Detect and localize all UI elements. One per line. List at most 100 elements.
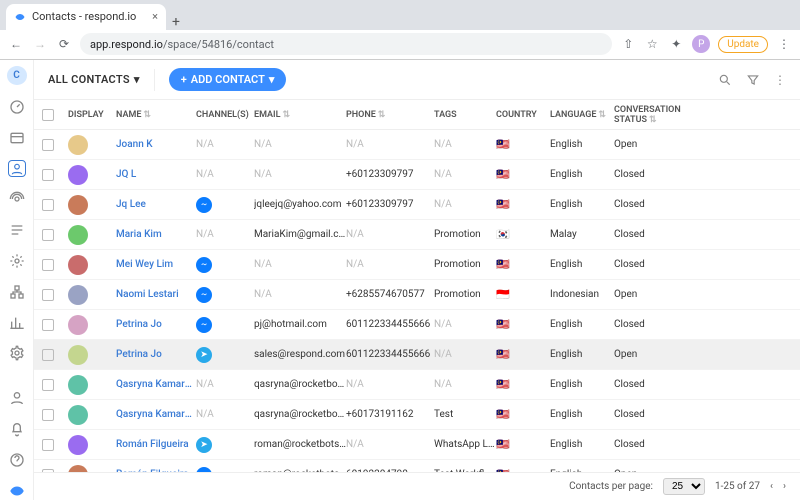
share-icon[interactable]: ⇧ [620, 37, 636, 51]
cell-country: 🇮🇩 [496, 288, 550, 301]
col-phone[interactable]: PHONE⇅ [346, 110, 434, 120]
row-checkbox[interactable] [42, 379, 54, 391]
cell-email: N/A [254, 259, 346, 270]
row-checkbox[interactable] [42, 319, 54, 331]
col-display[interactable]: DISPLAY [68, 110, 116, 120]
table-row[interactable]: Petrina Jo➤sales@respond.com601122334455… [34, 340, 800, 370]
contacts-icon[interactable] [8, 160, 26, 177]
select-all-checkbox[interactable] [42, 109, 54, 121]
extensions-icon[interactable]: ✦ [668, 37, 684, 51]
workflows-icon[interactable] [8, 222, 26, 239]
workspace-switcher[interactable]: C [7, 66, 27, 85]
contact-name-link[interactable]: Mei Wey Lim [116, 259, 196, 270]
user-icon[interactable] [8, 390, 26, 407]
broadcast-icon[interactable] [8, 191, 26, 208]
prev-page-icon[interactable]: ‹ [770, 481, 773, 492]
reports-icon[interactable] [8, 314, 26, 331]
row-checkbox[interactable] [42, 349, 54, 361]
row-checkbox[interactable] [42, 139, 54, 151]
contact-name-link[interactable]: Jq Lee [116, 199, 196, 210]
messenger-icon: ~ [196, 257, 212, 273]
cell-country: 🇲🇾 [496, 438, 550, 451]
table-row[interactable]: Qasryna KamarudinN/Aqasryna@rocketbots.i… [34, 400, 800, 430]
contact-name-link[interactable]: Petrina Jo [116, 319, 196, 330]
contact-name-link[interactable]: Naomi Lestari [116, 289, 196, 300]
url-field[interactable]: app.respond.io/space/54816/contact [80, 33, 612, 55]
menu-icon[interactable]: ⋮ [776, 37, 792, 51]
col-status[interactable]: CONVERSATION STATUS⇅ [614, 105, 714, 125]
chevron-down-icon: ▾ [134, 73, 140, 86]
contact-name-link[interactable]: Román Filgueira [116, 439, 196, 450]
per-page-select[interactable]: 25 [663, 478, 705, 495]
search-icon[interactable] [718, 73, 732, 87]
segment-dropdown[interactable]: ALL CONTACTS ▾ [48, 73, 140, 86]
settings-icon[interactable] [8, 345, 26, 362]
cell-channel: ~ [196, 257, 254, 273]
table-row[interactable]: JQ LN/AN/A+60123309797N/A🇲🇾EnglishClosed [34, 160, 800, 190]
contact-name-link[interactable]: Petrina Jo [116, 349, 196, 360]
row-checkbox[interactable] [42, 409, 54, 421]
row-checkbox[interactable] [42, 229, 54, 241]
star-icon[interactable]: ☆ [644, 37, 660, 51]
cell-channel: ➤ [196, 437, 254, 453]
back-icon[interactable]: ← [8, 37, 24, 51]
cell-status: Closed [614, 229, 714, 240]
row-checkbox[interactable] [42, 259, 54, 271]
cell-email: qasryna@rocketbots.io [254, 379, 346, 390]
table-row[interactable]: Román Filgueira~roman@rocketbots.io60192… [34, 460, 800, 472]
col-country[interactable]: COUNTRY [496, 110, 550, 120]
new-tab-button[interactable]: + [166, 14, 186, 30]
cell-country: 🇲🇾 [496, 198, 550, 211]
table-row[interactable]: Jq Lee~jqleejq@yahoo.com+60123309797N/A🇲… [34, 190, 800, 220]
cell-country: 🇲🇾 [496, 348, 550, 361]
cell-phone: +60123309797 [346, 169, 434, 180]
col-email[interactable]: EMAIL⇅ [254, 110, 346, 120]
dashboard-icon[interactable] [8, 99, 26, 116]
col-channels[interactable]: CHANNEL(S) [196, 110, 254, 120]
integrations-icon[interactable] [8, 253, 26, 270]
row-checkbox[interactable] [42, 289, 54, 301]
contact-name-link[interactable]: Maria Kim [116, 229, 196, 240]
col-language[interactable]: LANGUAGE⇅ [550, 110, 614, 120]
table-row[interactable]: Naomi Lestari~N/A+6285574670577Promotion… [34, 280, 800, 310]
cell-language: English [550, 319, 614, 330]
cell-email: pj@hotmail.com [254, 319, 346, 330]
col-name[interactable]: NAME⇅ [116, 110, 196, 120]
reload-icon[interactable]: ⟳ [56, 37, 72, 51]
contact-name-link[interactable]: Qasryna Kamarudin [116, 409, 196, 420]
browser-tab[interactable]: Contacts - respond.io × [6, 4, 166, 30]
url-host: app.respond.io [90, 38, 163, 51]
table-row[interactable]: Maria KimN/AMariaKim@gmail.comN/APromoti… [34, 220, 800, 250]
inbox-icon[interactable] [8, 129, 26, 146]
cell-language: English [550, 379, 614, 390]
table-row[interactable]: Petrina Jo~pj@hotmail.com601122334455666… [34, 310, 800, 340]
table-row[interactable]: Joann KN/AN/AN/AN/A🇲🇾EnglishOpen [34, 130, 800, 160]
contact-name-link[interactable]: JQ L [116, 169, 196, 180]
filter-icon[interactable] [746, 73, 760, 87]
row-checkbox[interactable] [42, 199, 54, 211]
update-button[interactable]: Update [718, 36, 768, 53]
table-row[interactable]: Román Filgueira➤roman@rocketbots.ioN/AWh… [34, 430, 800, 460]
app-root: C ALL CONTACTS ▾ + ADD CONTACT ▾ [0, 60, 800, 500]
add-contact-button[interactable]: + ADD CONTACT ▾ [169, 68, 287, 91]
profile-avatar[interactable]: P [692, 35, 710, 53]
cell-email: N/A [254, 289, 346, 300]
row-checkbox[interactable] [42, 439, 54, 451]
table-header: DISPLAY NAME⇅ CHANNEL(S) EMAIL⇅ PHONE⇅ T… [34, 100, 800, 130]
avatar [68, 225, 88, 245]
next-page-icon[interactable]: › [783, 481, 786, 492]
contact-name-link[interactable]: Qasryna Kamarudin [116, 379, 196, 390]
col-tags[interactable]: TAGS [434, 110, 496, 120]
org-icon[interactable] [8, 283, 26, 300]
row-checkbox[interactable] [42, 169, 54, 181]
contact-name-link[interactable]: Joann K [116, 139, 196, 150]
messenger-icon: ~ [196, 197, 212, 213]
more-icon[interactable]: ⋮ [774, 73, 786, 87]
close-icon[interactable]: × [152, 10, 158, 23]
notifications-icon[interactable] [8, 420, 26, 437]
table-row[interactable]: Mei Wey Lim~N/AN/APromotion🇲🇾EnglishClos… [34, 250, 800, 280]
table-row[interactable]: Qasryna KamarudinN/Aqasryna@rocketbots.i… [34, 370, 800, 400]
cell-status: Closed [614, 169, 714, 180]
cell-channel: N/A [196, 379, 254, 390]
help-icon[interactable] [8, 451, 26, 468]
